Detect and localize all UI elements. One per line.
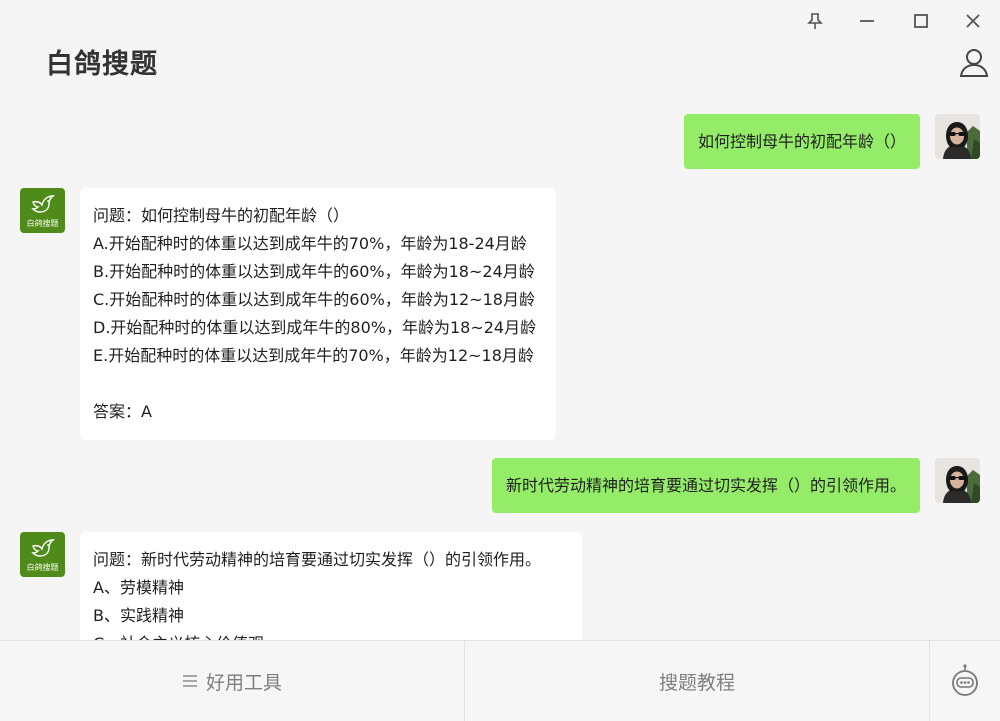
bot-avatar: 白鸽搜题	[20, 188, 65, 233]
option-line: A.开始配种时的体重以达到成年牛的70%，年龄为18-24月龄	[93, 234, 527, 253]
user-message-bubble: 新时代劳动精神的培育要通过切实发挥（）的引领作用。	[491, 458, 920, 513]
option-line: A、劳模精神	[93, 578, 184, 597]
title-bar: 白鸽搜题	[0, 0, 1000, 100]
dove-icon	[30, 193, 55, 217]
user-message: 新时代劳动精神的培育要通过切实发挥（）的引领作用。	[491, 458, 980, 513]
question-line: 问题：新时代劳动精神的培育要通过切实发挥（）的引领作用。	[93, 550, 542, 569]
dove-icon	[30, 537, 55, 561]
option-line: B.开始配种时的体重以达到成年牛的60%，年龄为18~24月龄	[93, 262, 535, 281]
user-avatar[interactable]	[935, 458, 980, 503]
robot-icon	[950, 664, 980, 698]
bot-avatar-label: 白鸽搜题	[26, 218, 59, 228]
tools-tab[interactable]: 好用工具	[0, 641, 464, 721]
minimize-icon[interactable]	[852, 6, 882, 36]
tools-tab-label: 好用工具	[205, 671, 282, 694]
option-line: E.开始配种时的体重以达到成年牛的70%，年龄为12~18月龄	[93, 346, 534, 365]
option-line: D.开始配种时的体重以达到成年牛的80%，年龄为18~24月龄	[93, 318, 537, 337]
question-line: 问题：如何控制母牛的初配年龄（）	[93, 206, 350, 225]
bot-message-bubble: 问题：新时代劳动精神的培育要通过切实发挥（）的引领作用。 A、劳模精神 B、实践…	[80, 532, 582, 640]
bot-message: 白鸽搜题 问题：新时代劳动精神的培育要通过切实发挥（）的引领作用。 A、劳模精神…	[20, 532, 582, 640]
pin-icon[interactable]	[800, 6, 830, 36]
bot-message: 白鸽搜题 问题：如何控制母牛的初配年龄（） A.开始配种时的体重以达到成年牛的7…	[20, 188, 556, 440]
user-message-bubble: 如何控制母牛的初配年龄（）	[683, 114, 920, 169]
bot-message-bubble: 问题：如何控制母牛的初配年龄（） A.开始配种时的体重以达到成年牛的70%，年龄…	[80, 188, 556, 440]
close-icon[interactable]	[958, 6, 988, 36]
robot-button[interactable]	[930, 641, 1000, 721]
option-line: C、社会主义核心价值观	[93, 630, 569, 640]
app-title: 白鸽搜题	[46, 49, 158, 80]
user-message: 如何控制母牛的初配年龄（）	[683, 114, 980, 169]
bot-avatar: 白鸽搜题	[20, 532, 65, 577]
option-line: B、实践精神	[93, 606, 184, 625]
tutorial-tab[interactable]: 搜题教程	[465, 641, 929, 721]
user-avatar[interactable]	[935, 114, 980, 159]
bot-avatar-label: 白鸽搜题	[26, 562, 59, 572]
tutorial-tab-label: 搜题教程	[658, 671, 735, 694]
bottom-toolbar: 好用工具 搜题教程	[0, 640, 1000, 721]
chat-area[interactable]: 如何控制母牛的初配年龄（） 白鸽搜题 问题：如何控制母牛的初配年龄（） A.开始…	[0, 100, 1000, 640]
answer-line: 答案：A	[93, 402, 152, 421]
maximize-icon[interactable]	[906, 6, 936, 36]
option-line: C.开始配种时的体重以达到成年牛的60%，年龄为12~18月龄	[93, 290, 535, 309]
menu-icon	[182, 674, 198, 688]
user-icon[interactable]	[956, 44, 992, 80]
